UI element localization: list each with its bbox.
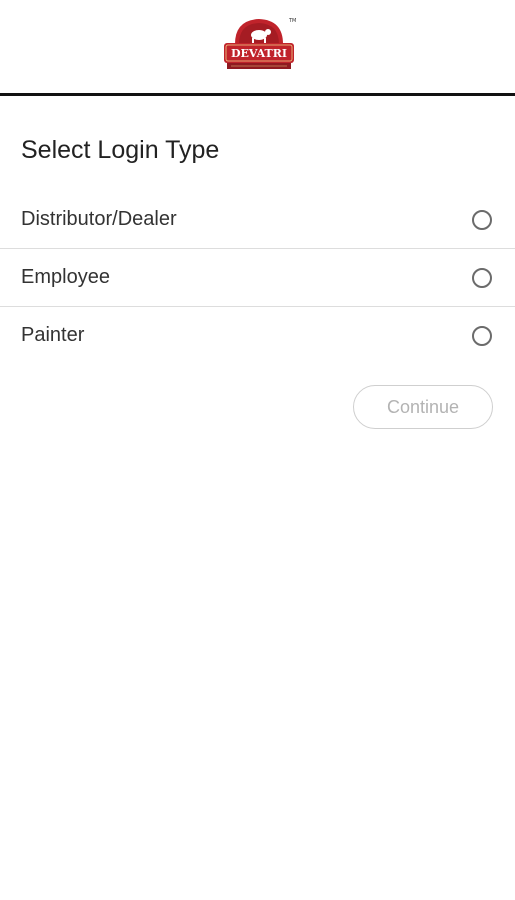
login-type-options: Distributor/Dealer Employee Painter xyxy=(0,191,515,364)
login-type-screen: DEVATRI TM Select Login Type Distributor… xyxy=(0,0,515,900)
option-label: Painter xyxy=(21,324,85,346)
option-label: Distributor/Dealer xyxy=(21,208,177,230)
radio-distributor-dealer[interactable] xyxy=(472,210,492,230)
radio-employee[interactable] xyxy=(472,268,492,288)
logo-text: DEVATRI xyxy=(231,47,287,60)
option-distributor-dealer[interactable]: Distributor/Dealer xyxy=(0,191,515,249)
app-header: DEVATRI TM xyxy=(0,0,515,96)
page-title: Select Login Type xyxy=(21,136,220,164)
radio-painter[interactable] xyxy=(472,326,492,346)
logo-trademark: TM xyxy=(288,18,296,24)
option-painter[interactable]: Painter xyxy=(0,307,515,364)
option-label: Employee xyxy=(21,266,110,288)
option-employee[interactable]: Employee xyxy=(0,249,515,307)
continue-button[interactable]: Continue xyxy=(353,385,493,429)
devatri-logo-icon: DEVATRI TM xyxy=(221,14,297,74)
